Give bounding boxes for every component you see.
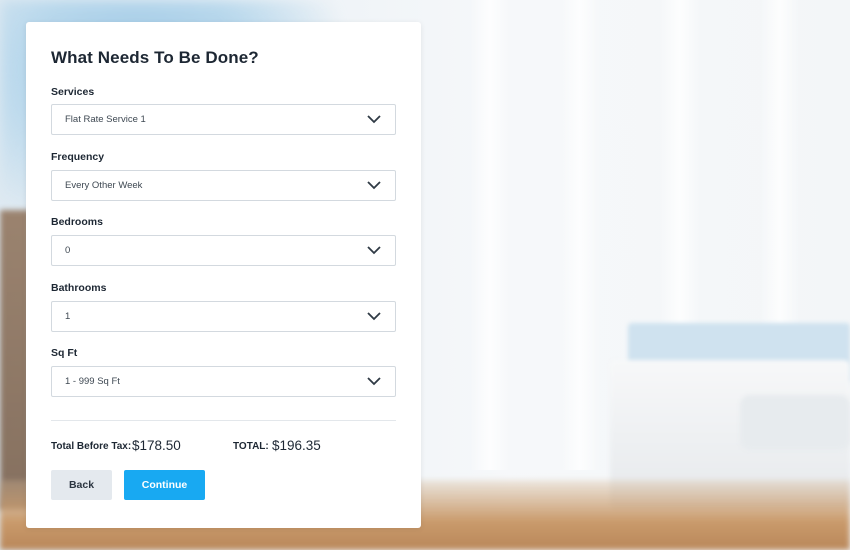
bathrooms-value: 1 (65, 311, 71, 322)
total-before-tax-label: Total Before Tax: (51, 441, 132, 452)
sqft-value: 1 - 999 Sq Ft (65, 376, 120, 387)
total-before-tax-value: $178.50 (132, 438, 181, 453)
frequency-value: Every Other Week (65, 180, 143, 191)
bedrooms-label: Bedrooms (51, 216, 103, 228)
frequency-label: Frequency (51, 151, 105, 163)
services-label: Services (51, 86, 95, 98)
form-title: What Needs To Be Done? (51, 48, 259, 67)
chevron-down-icon (367, 181, 381, 190)
bedrooms-select[interactable]: 0 (51, 235, 396, 266)
frequency-select[interactable]: Every Other Week (51, 170, 396, 201)
bedrooms-value: 0 (65, 245, 71, 256)
chevron-down-icon (367, 246, 381, 255)
chevron-down-icon (367, 115, 381, 124)
bathrooms-label: Bathrooms (51, 282, 107, 294)
booking-form-card: What Needs To Be Done? Services Flat Rat… (26, 22, 421, 528)
total-label: TOTAL: (233, 441, 269, 452)
bathrooms-select[interactable]: 1 (51, 301, 396, 332)
divider (51, 420, 396, 421)
services-value: Flat Rate Service 1 (65, 114, 146, 125)
sqft-label: Sq Ft (51, 347, 78, 359)
continue-button[interactable]: Continue (124, 470, 205, 500)
chevron-down-icon (367, 377, 381, 386)
sqft-select[interactable]: 1 - 999 Sq Ft (51, 366, 396, 397)
chevron-down-icon (367, 312, 381, 321)
total-value: $196.35 (272, 438, 321, 453)
services-select[interactable]: Flat Rate Service 1 (51, 104, 396, 135)
back-button[interactable]: Back (51, 470, 112, 500)
